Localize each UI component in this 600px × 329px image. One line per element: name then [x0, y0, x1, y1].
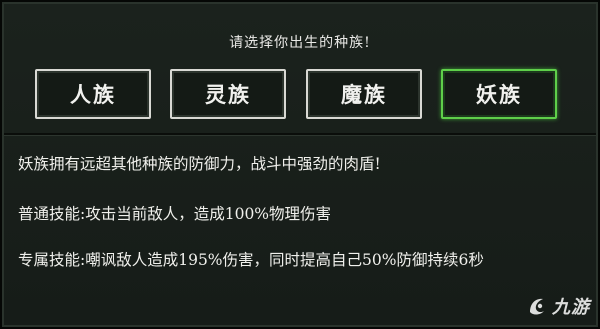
race-button-spirit[interactable]: 灵族	[170, 69, 286, 119]
race-prompt: 请选择你出生的种族!	[229, 35, 371, 51]
watermark-text: 九游	[552, 297, 590, 318]
section-divider	[4, 133, 596, 136]
race-selection-panel: 请选择你出生的种族! 人族 灵族 魔族 妖族 妖族拥有远超其他种族的防御力，战斗…	[0, 0, 600, 329]
race-button-yao[interactable]: 妖族	[441, 69, 557, 119]
race-button-human[interactable]: 人族	[35, 69, 151, 119]
exclusive-skill-text: 专属技能:嘲讽敌人造成195%伤害，同时提高自己50%防御持续6秒	[18, 251, 484, 269]
jiuyou-logo-icon	[530, 298, 544, 315]
race-description: 妖族拥有远超其他种族的防御力，战斗中强劲的肉盾!	[18, 155, 381, 173]
race-button-demon[interactable]: 魔族	[306, 69, 422, 119]
race-button-row: 人族 灵族 魔族 妖族	[35, 69, 557, 121]
jiuyou-watermark: 九游	[526, 293, 590, 319]
normal-skill-text: 普通技能:攻击当前敌人，造成100%物理伤害	[18, 205, 332, 223]
